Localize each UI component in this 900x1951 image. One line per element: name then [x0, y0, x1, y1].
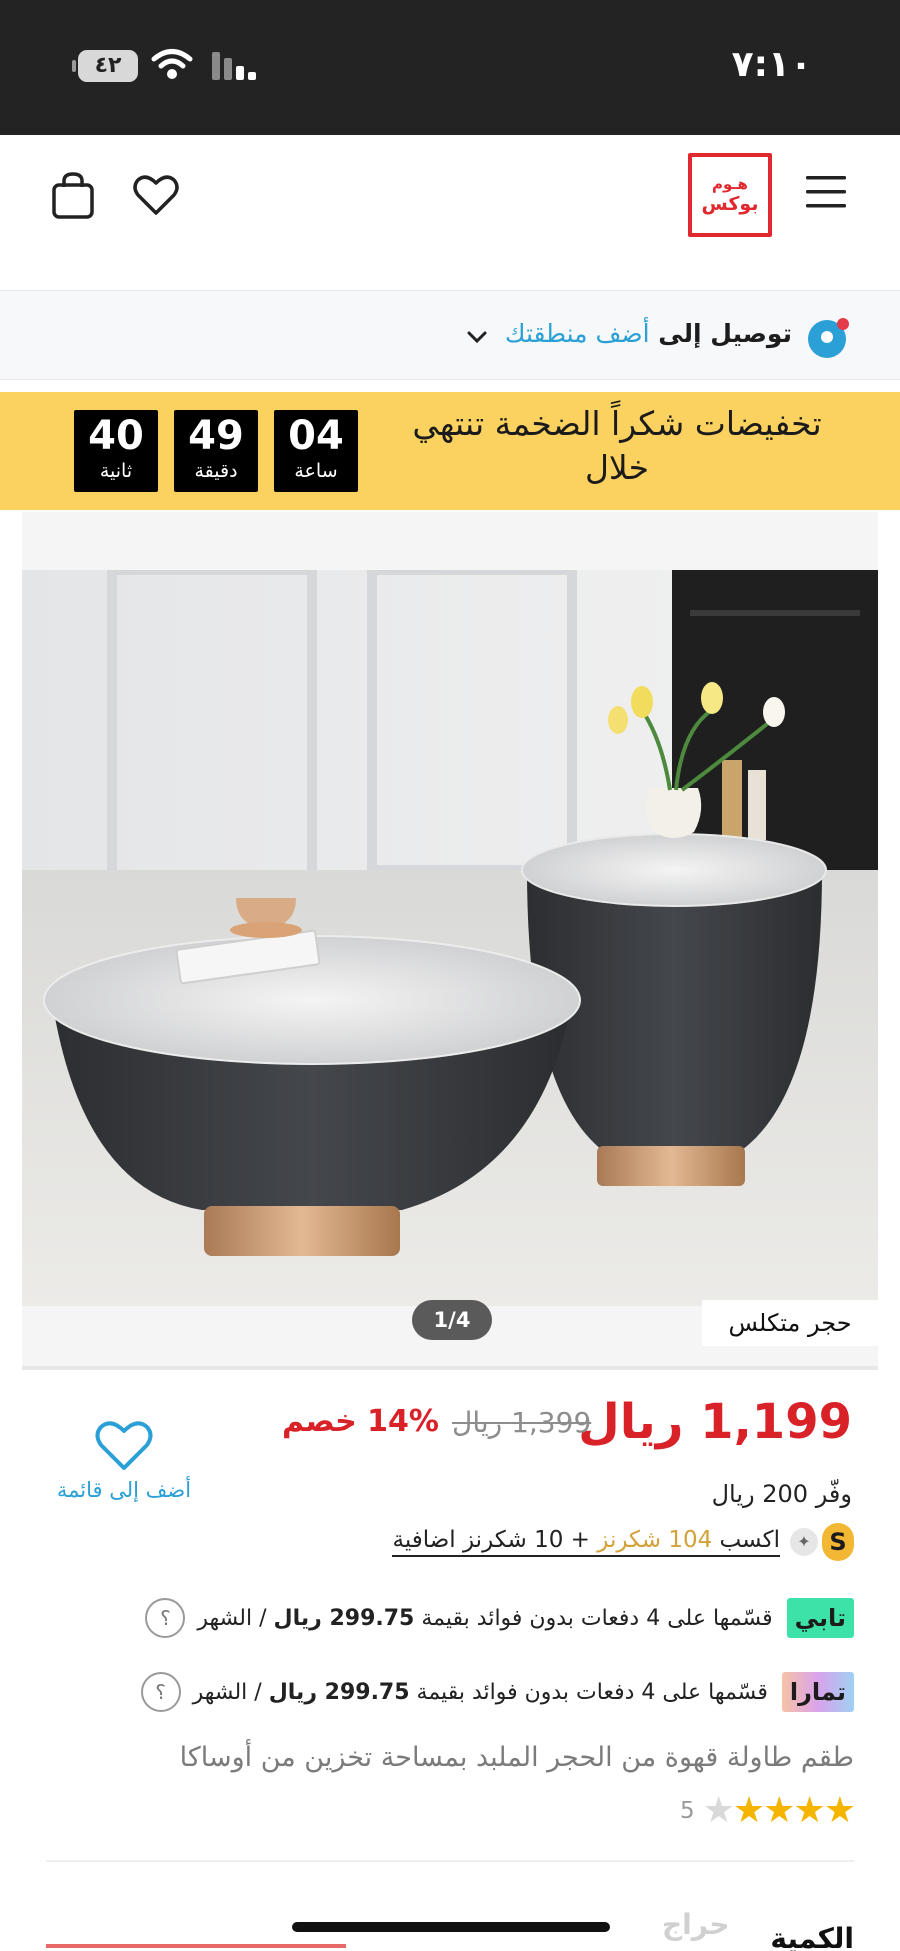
section-divider: [46, 1860, 854, 1862]
points-badge: S: [822, 1523, 854, 1561]
savings-text: وفّر 200 ريال: [711, 1480, 852, 1508]
installment-suffix: / الشهر: [192, 1679, 262, 1705]
timer-seconds: 40 ثانية: [74, 410, 158, 492]
delivery-prefix: توصيل إلى: [658, 319, 792, 348]
points-earn: اكسب: [719, 1527, 780, 1553]
delivery-text: توصيل إلى أضف منطقتك: [505, 319, 792, 348]
chevron-down-icon[interactable]: [466, 329, 488, 345]
installment-tabby[interactable]: تابي قسّمها على 4 دفعات بدون فوائد بقيمة…: [145, 1596, 854, 1640]
installment-tamara[interactable]: تمارا قسّمها على 4 دفعات بدون فوائد بقيم…: [140, 1670, 854, 1714]
product-title: طقم طاولة قهوة من الحجر الملبد بمساحة تخ…: [179, 1742, 854, 1773]
wifi-icon: [151, 49, 193, 79]
quantity-label: الكمية: [770, 1922, 854, 1951]
haraj-watermark: حراج: [662, 1908, 730, 1941]
product-photo[interactable]: [22, 570, 878, 1306]
discount-badge: 14% خصم: [282, 1404, 439, 1439]
battery-icon: ٤٢: [72, 50, 138, 82]
timer-hours-unit: ساعة: [294, 460, 338, 482]
points-amount: 104 شكرنز: [597, 1527, 713, 1553]
timer-minutes: 49 دقيقة: [174, 410, 258, 492]
installment-amount: 299.75 ريال: [268, 1679, 410, 1705]
logo-text-top: هـوم: [712, 175, 748, 193]
timer-hours: 04 ساعة: [274, 410, 358, 492]
location-pin-icon: [808, 318, 849, 358]
points-text[interactable]: اكسب 104 شكرنز + 10 شكرنز اضافية: [392, 1527, 780, 1557]
signal-icon: [212, 52, 256, 80]
status-time: ٧:١٠: [731, 44, 812, 85]
home-box-logo[interactable]: هـوم بوكس: [688, 153, 772, 237]
material-tag: حجر متكلس: [702, 1300, 878, 1346]
installment-description: قسّمها على 4 دفعات بدون فوائد بقيمة: [421, 1605, 773, 1631]
add-to-list-button[interactable]: أضف إلى قائمة: [54, 1418, 194, 1502]
logo-text-bottom: بوكس: [701, 193, 759, 215]
timer-hours-value: 04: [288, 413, 344, 459]
star-rating-icon: ★★★★★: [702, 1790, 856, 1831]
hamburger-menu-icon[interactable]: [802, 173, 850, 211]
installment-description: قسّمها على 4 دفعات بدون فوائد بقيمة: [416, 1679, 768, 1705]
review-count: 5: [679, 1797, 695, 1824]
gallery-divider: [22, 1366, 878, 1370]
installment-text: قسّمها على 4 دفعات بدون فوائد بقيمة 299.…: [197, 1606, 772, 1631]
partial-red-note: [46, 1936, 346, 1951]
sparkle-icon: ✦: [790, 1528, 818, 1556]
add-region-link[interactable]: أضف منطقتك: [505, 319, 650, 348]
installment-amount: 299.75 ريال: [273, 1605, 415, 1631]
favorites-heart-icon[interactable]: [132, 173, 180, 217]
product-image-gallery[interactable]: 1/4 حجر متكلس: [22, 512, 878, 1370]
installment-text: قسّمها على 4 دفعات بدون فوائد بقيمة 299.…: [193, 1680, 768, 1705]
home-indicator[interactable]: [292, 1922, 610, 1932]
image-counter: 1/4: [412, 1300, 492, 1340]
points-row[interactable]: S ✦ اكسب 104 شكرنز + 10 شكرنز اضافية: [392, 1522, 854, 1562]
timer-seconds-unit: ثانية: [99, 460, 133, 482]
status-bar: ٧:١٠ ٤٢: [0, 0, 900, 135]
tamara-logo: تمارا: [781, 1672, 854, 1712]
delivery-location-bar[interactable]: توصيل إلى أضف منطقتك: [0, 290, 900, 380]
wishlist-heart-icon: [95, 1421, 153, 1470]
timer-seconds-value: 40: [88, 413, 144, 459]
help-icon[interactable]: ؟: [145, 1598, 186, 1638]
points-bonus: + 10 شكرنز اضافية: [392, 1527, 590, 1553]
timer-minutes-unit: دقيقة: [194, 460, 238, 482]
timer-minutes-value: 49: [188, 413, 244, 459]
app-header: هـوم بوكس: [0, 135, 900, 287]
sale-countdown-banner: تخفيضات شكراً الضخمة تنتهي خلال 04 ساعة …: [0, 392, 900, 510]
product-rating[interactable]: ★★★★★ 5: [679, 1790, 856, 1831]
tabby-logo: تابي: [786, 1598, 854, 1638]
installment-suffix: / الشهر: [197, 1605, 267, 1631]
old-price: 1,399 ريال: [452, 1406, 592, 1439]
add-to-list-label: أضف إلى قائمة: [56, 1478, 192, 1502]
help-icon[interactable]: ؟: [140, 1672, 181, 1712]
shopping-bag-icon[interactable]: [50, 171, 96, 221]
sale-title: تخفيضات شكراً الضخمة تنتهي خلال: [412, 404, 822, 487]
current-price: 1,199 ريال: [578, 1394, 852, 1450]
